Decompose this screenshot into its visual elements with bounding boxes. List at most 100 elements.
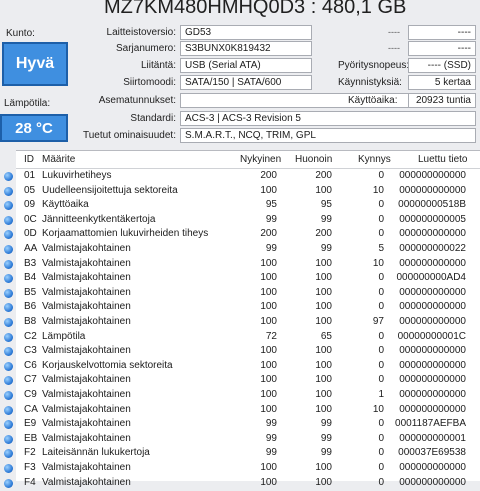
cell-id: AA xyxy=(24,243,38,254)
cell-raw: 000000000000 xyxy=(399,257,466,269)
cell-id: E9 xyxy=(24,418,37,430)
features-label: Tuetut ominaisuudet: xyxy=(82,130,176,141)
table-row[interactable]: B3 Valmistajakohtainen 100 100 10 00000000000… xyxy=(4,257,480,272)
table-row[interactable]: 0C Jännitteenkytkentäkertoja 99 99 0 00000000… xyxy=(4,213,480,228)
status-dot-icon xyxy=(4,391,13,400)
table-row[interactable]: 09 Käyttöaika 95 95 0 00000000518B xyxy=(4,198,480,213)
cell-attr: Lämpötila xyxy=(42,330,86,342)
cell-threshold: 0 xyxy=(378,170,384,181)
cell-raw: 000037E69538 xyxy=(398,447,466,459)
power-count-label: Käynnistyksiä: xyxy=(338,77,402,88)
cell-id: B4 xyxy=(24,272,37,284)
table-row[interactable]: 05 Uudelleensijoitettuja sektoreita 100 100… xyxy=(4,184,480,199)
table-row[interactable]: C7 Valmistajakohtainen 100 100 0 000000000000 xyxy=(4,373,480,388)
interface-label: Liitäntä: xyxy=(140,60,176,71)
cell-raw: 0001187AEFBA xyxy=(395,418,466,430)
cell-attr: Valmistajakohtainen xyxy=(42,345,131,357)
cell-current: 99 xyxy=(265,447,277,459)
firmware-label: Laitteistoversio: xyxy=(106,27,176,38)
cell-attr: Jännitteenkytkentäkertoja xyxy=(42,213,156,225)
table-row[interactable]: F3 Valmistajakohtainen 100 100 0 000000000000 xyxy=(4,461,480,476)
table-row[interactable]: C3 Valmistajakohtainen 100 100 0 000000000000 xyxy=(4,344,480,359)
cell-worst: 100 xyxy=(315,345,332,357)
cell-threshold: 97 xyxy=(372,316,384,327)
cell-worst: 100 xyxy=(315,316,332,327)
cell-current: 95 xyxy=(265,199,277,211)
col-threshold-header[interactable]: Kynnys xyxy=(358,154,391,165)
cell-current: 100 xyxy=(260,462,277,473)
temperature-button[interactable]: 28 °C xyxy=(0,114,68,142)
cell-worst: 65 xyxy=(320,330,332,342)
table-row[interactable]: B5 Valmistajakohtainen 100 100 0 000000000000 xyxy=(4,286,480,301)
cell-attr: Valmistajakohtainen xyxy=(42,476,131,488)
table-row[interactable]: C9 Valmistajakohtainen 100 100 1 000000000000 xyxy=(4,388,480,403)
cell-raw: 000000000000 xyxy=(399,476,466,488)
table-row[interactable]: B8 Valmistajakohtainen 100 100 97 00000000000… xyxy=(4,315,480,330)
cell-raw: 000000000000 xyxy=(399,301,466,313)
smart-table[interactable]: ID Määrite Nykyinen Huonoin Kynnys Luett… xyxy=(4,150,480,488)
col-attribute-header[interactable]: Määrite xyxy=(42,154,75,165)
status-dot-icon xyxy=(4,347,13,357)
cell-worst: 95 xyxy=(320,199,332,211)
status-dot-icon xyxy=(4,405,13,415)
cell-current: 72 xyxy=(265,330,277,342)
cell-worst: 100 xyxy=(315,389,332,400)
col-raw-header[interactable]: Luettu tieto xyxy=(418,154,467,165)
cell-current: 100 xyxy=(260,257,277,269)
cell-attr: Korjaamattomien lukuvirheiden tiheys xyxy=(42,228,209,240)
cell-worst: 99 xyxy=(320,243,332,254)
cell-threshold: 0 xyxy=(378,228,384,240)
cell-raw: 000000000001 xyxy=(399,432,466,444)
cell-worst: 100 xyxy=(315,476,332,488)
table-row[interactable]: AA Valmistajakohtainen 99 99 5 000000000022 xyxy=(4,242,480,257)
cell-id: 0C xyxy=(24,213,37,225)
cell-raw: 000000000005 xyxy=(399,213,466,225)
table-row[interactable]: F2 Laiteisännän lukukertoja 99 99 0 000037E69… xyxy=(4,446,480,461)
table-row[interactable]: EB Valmistajakohtainen 99 99 0 000000000001 xyxy=(4,432,480,447)
table-header: ID Määrite Nykyinen Huonoin Kynnys Luett… xyxy=(16,151,480,169)
cell-id: 09 xyxy=(24,199,36,211)
status-dot-icon xyxy=(4,361,13,371)
cell-id: B8 xyxy=(24,316,37,327)
status-dot-icon xyxy=(4,303,13,313)
table-row[interactable]: 01 Lukuvirhetiheys 200 200 0 000000000000 xyxy=(4,169,480,184)
cell-worst: 99 xyxy=(320,447,332,459)
cell-threshold: 10 xyxy=(372,184,384,196)
standard-field: ACS-3 | ACS-3 Revision 5 xyxy=(180,111,476,126)
status-dot-icon xyxy=(4,434,13,444)
cell-current: 100 xyxy=(260,286,277,298)
cell-id: B6 xyxy=(24,301,37,313)
cell-current: 200 xyxy=(260,170,277,181)
dash-text: ---- xyxy=(388,43,400,53)
cell-raw: 00000000001C xyxy=(397,330,466,342)
cell-current: 100 xyxy=(260,403,277,415)
col-current-header[interactable]: Nykyinen xyxy=(240,154,281,165)
cell-raw: 000000000000 xyxy=(399,170,466,181)
dash-text: ---- xyxy=(388,27,400,37)
table-row[interactable]: 0D Korjaamattomien lukuvirheiden tiheys 20… xyxy=(4,227,480,242)
col-id-header[interactable]: ID xyxy=(24,154,34,165)
cell-current: 100 xyxy=(260,301,277,313)
table-row[interactable]: C2 Lämpötila 72 65 0 00000000001C xyxy=(4,330,480,345)
col-worst-header[interactable]: Huonoin xyxy=(295,154,332,165)
cell-current: 100 xyxy=(260,374,277,386)
status-dot-icon xyxy=(4,420,13,430)
table-row[interactable]: B6 Valmistajakohtainen 100 100 0 000000000000 xyxy=(4,300,480,315)
health-status-button[interactable]: Hyvä xyxy=(2,42,68,86)
cell-raw: 000000000000 xyxy=(399,403,466,415)
table-row[interactable]: C6 Korjauskelvottomia sektoreita 100 100 0 00… xyxy=(4,359,480,374)
features-field: S.M.A.R.T., NCQ, TRIM, GPL xyxy=(180,128,476,143)
power-hours-label: Käyttöaika: xyxy=(348,95,398,106)
table-row[interactable]: CA Valmistajakohtainen 100 100 10 00000000000… xyxy=(4,403,480,418)
status-dot-icon xyxy=(4,186,13,196)
cell-worst: 99 xyxy=(320,213,332,225)
cell-threshold: 0 xyxy=(378,272,384,284)
rotation-label: Pyöritysnopeus: xyxy=(338,60,410,71)
table-row[interactable]: E9 Valmistajakohtainen 99 99 0 0001187AEFBA xyxy=(4,417,480,432)
table-row[interactable]: F4 Valmistajakohtainen 100 100 0 000000000000 xyxy=(4,476,480,491)
table-row[interactable]: B4 Valmistajakohtainen 100 100 0 000000000AD4 xyxy=(4,271,480,286)
cell-id: C2 xyxy=(24,330,37,342)
cell-id: CA xyxy=(24,403,38,415)
cell-current: 100 xyxy=(260,476,277,488)
transfer-mode-label: Siirtomoodi: xyxy=(123,77,176,88)
